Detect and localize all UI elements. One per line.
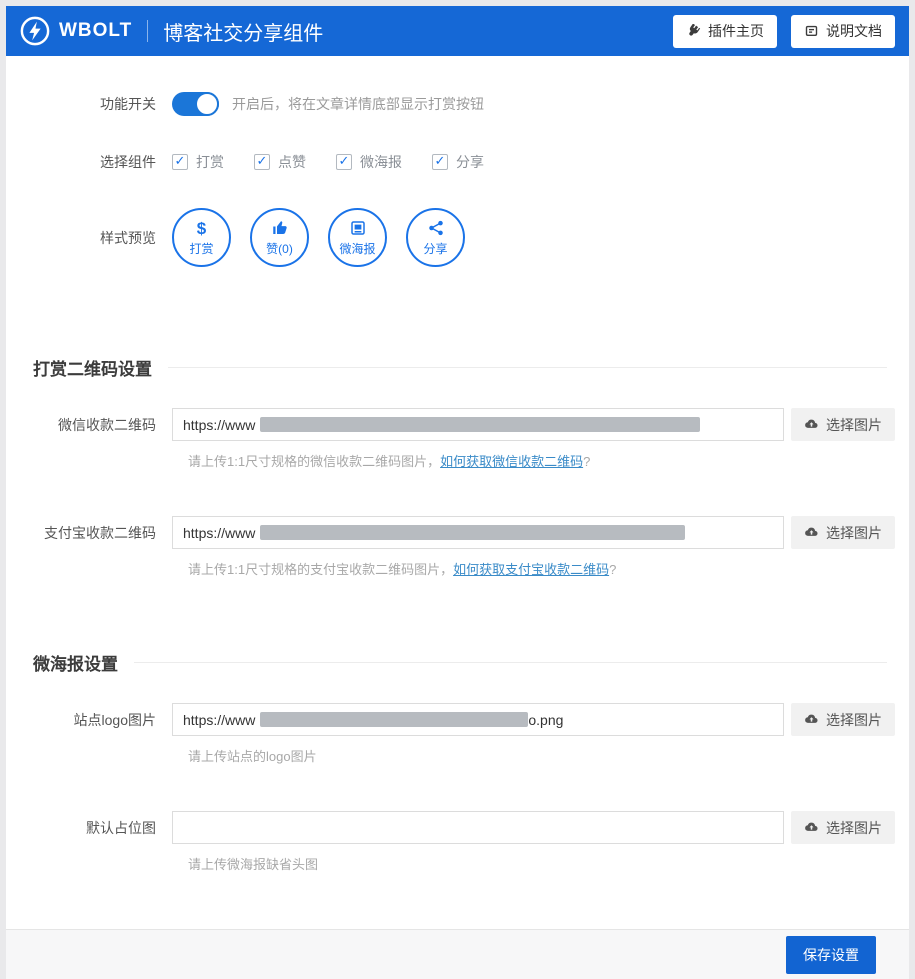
upload-cloud-icon [804,416,819,434]
checkbox-checked-icon [254,154,270,170]
share-icon [427,218,445,238]
preview-circles: $ 打赏 赞(0) 微海报 分享 [172,208,484,267]
brand-name: WBOLT [59,20,133,41]
checkbox-checked-icon [172,154,188,170]
alipay-qrcode-label: 支付宝收款二维码 [44,524,156,541]
alipay-qrcode-field-block: 支付宝收款二维码 https://www 选择图片 请上传1:1尺寸规格的支付宝… [6,516,909,578]
wechat-qrcode-help: 请上传1:1尺寸规格的微信收款二维码图片，如何获取微信收款二维码? [188,454,591,469]
feature-switch-description: 开启后，将在文章详情底部显示打赏按钮 [232,96,484,112]
docs-button[interactable]: 说明文档 [791,14,895,48]
upload-cloud-icon [804,819,819,837]
alipay-qrcode-pick-image-button[interactable]: 选择图片 [791,516,895,549]
wechat-qrcode-url-input[interactable]: https://www [172,408,784,441]
wechat-qrcode-label: 微信收款二维码 [58,416,156,433]
checkbox-checked-icon [432,154,448,170]
dollar-icon: $ [196,218,207,238]
preview-like-button[interactable]: 赞(0) [250,208,309,267]
section-title-reward-qrcode: 打赏二维码设置 [33,355,887,380]
feature-toggle[interactable] [172,92,219,116]
settings-content: 功能开关 开启后，将在文章详情底部显示打赏按钮 选择组件 打赏 点赞 微海报 [6,56,909,929]
redaction-bar [260,417,701,432]
toggle-knob [195,92,219,116]
wechat-qrcode-pick-image-button[interactable]: 选择图片 [791,408,895,441]
checkbox-dianzan[interactable]: 点赞 [254,152,306,172]
plugin-home-label: 插件主页 [708,23,764,39]
site-logo-label: 站点logo图片 [73,711,156,728]
preview-share-button[interactable]: 分享 [406,208,465,267]
save-settings-button[interactable]: 保存设置 [786,935,876,974]
placeholder-image-field-block: 默认占位图 选择图片 请上传微海报缺省头图 [6,811,909,873]
alipay-qrcode-url-input[interactable]: https://www [172,516,784,549]
preview-reward-button[interactable]: $ 打赏 [172,208,231,267]
alipay-qrcode-help-link[interactable]: 如何获取支付宝收款二维码 [453,562,609,577]
section-title-poster: 微海报设置 [33,650,887,675]
docs-label: 说明文档 [826,23,882,39]
section-divider [168,367,887,368]
doc-icon [804,24,819,39]
feature-switch-row: 功能开关 开启后，将在文章详情底部显示打赏按钮 [6,92,909,116]
checkbox-dashang[interactable]: 打赏 [172,152,224,172]
components-row: 选择组件 打赏 点赞 微海报 分享 [6,152,909,172]
site-logo-field-block: 站点logo图片 https://www o.png 选择图片 请上传站点的lo… [6,703,909,765]
wbolt-logo-icon [20,16,50,46]
settings-card: WBOLT 博客社交分享组件 插件主页 说明文档 功能开关 开启后，将在文章详情… [6,6,909,979]
section-divider [134,662,887,663]
placeholder-image-pick-image-button[interactable]: 选择图片 [791,811,895,844]
placeholder-image-label: 默认占位图 [86,819,156,836]
style-preview-row: 样式预览 $ 打赏 赞(0) 微海报 分享 [6,208,909,267]
site-logo-pick-image-button[interactable]: 选择图片 [791,703,895,736]
placeholder-image-help: 请上传微海报缺省头图 [188,857,319,872]
placeholder-image-url-input[interactable] [172,811,784,844]
upload-cloud-icon [804,711,819,729]
style-preview-label: 样式预览 [100,230,156,246]
plugin-home-button[interactable]: 插件主页 [673,14,777,48]
checkbox-weihaibao[interactable]: 微海报 [336,152,402,172]
redaction-bar [260,712,529,727]
wechat-qrcode-help-link[interactable]: 如何获取微信收款二维码 [440,454,583,469]
wechat-qrcode-field-block: 微信收款二维码 https://www 选择图片 请上传1:1尺寸规格的微信收款… [6,408,909,470]
preview-poster-button[interactable]: 微海报 [328,208,387,267]
thumb-up-icon [271,218,289,238]
plug-icon [686,23,701,39]
feature-switch-label: 功能开关 [100,96,156,112]
checkbox-checked-icon [336,154,352,170]
settings-footer: 保存设置 [6,929,909,979]
header-actions: 插件主页 说明文档 [659,14,895,48]
checkbox-fenxiang[interactable]: 分享 [432,152,484,172]
redaction-bar [260,525,686,540]
page-title: 博客社交分享组件 [163,22,324,45]
site-logo-url-input[interactable]: https://www o.png [172,703,784,736]
components-checkbox-group: 打赏 点赞 微海报 分享 [172,152,514,172]
poster-icon [349,218,367,238]
site-logo-help: 请上传站点的logo图片 [188,749,317,764]
app-header: WBOLT 博客社交分享组件 插件主页 说明文档 [6,6,909,56]
alipay-qrcode-help: 请上传1:1尺寸规格的支付宝收款二维码图片，如何获取支付宝收款二维码? [188,562,617,577]
components-label: 选择组件 [100,154,156,170]
header-divider [147,20,149,42]
upload-cloud-icon [804,524,819,542]
